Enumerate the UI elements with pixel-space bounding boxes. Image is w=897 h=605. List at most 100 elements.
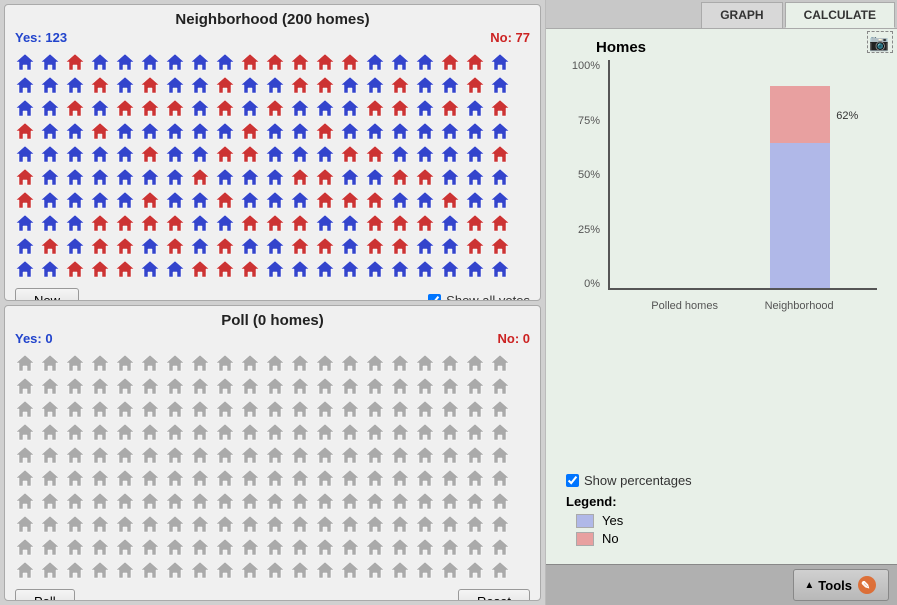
home-icon <box>188 398 212 420</box>
home-icon <box>113 352 137 374</box>
show-percentages-checkbox[interactable] <box>566 474 579 487</box>
home-icon <box>263 352 287 374</box>
home-icon <box>163 166 187 188</box>
home-icon <box>288 421 312 443</box>
bar-polled-wrapper <box>657 60 717 288</box>
home-icon <box>463 166 487 188</box>
home-icon <box>438 398 462 420</box>
home-icon <box>138 559 162 581</box>
tab-calculate[interactable]: CALCULATE <box>785 2 895 28</box>
home-icon <box>238 536 262 558</box>
home-icon <box>13 421 37 443</box>
home-icon <box>363 513 387 535</box>
home-icon <box>63 97 87 119</box>
bar-neighborhood-wrapper: 62% <box>770 60 830 288</box>
home-icon <box>138 352 162 374</box>
home-icon <box>363 398 387 420</box>
home-icon <box>188 166 212 188</box>
new-button[interactable]: New <box>15 288 79 301</box>
home-icon <box>38 212 62 234</box>
home-icon <box>463 143 487 165</box>
home-icon <box>313 212 337 234</box>
home-icon <box>13 536 37 558</box>
home-icon <box>38 352 62 374</box>
show-votes-label[interactable]: Show all votes <box>428 293 530 301</box>
tab-graph[interactable]: GRAPH <box>701 2 782 28</box>
home-icon <box>413 120 437 142</box>
home-icon <box>438 258 462 280</box>
home-icon <box>313 120 337 142</box>
home-icon <box>213 74 237 96</box>
reset-button[interactable]: Reset <box>458 589 530 602</box>
home-icon <box>138 536 162 558</box>
home-icon <box>438 166 462 188</box>
home-icon <box>488 559 512 581</box>
home-icon <box>88 352 112 374</box>
home-icon <box>438 212 462 234</box>
home-icon <box>213 490 237 512</box>
home-icon <box>263 51 287 73</box>
neighborhood-homes-grid <box>5 47 540 284</box>
home-icon <box>238 398 262 420</box>
home-icon <box>488 421 512 443</box>
home-icon <box>213 467 237 489</box>
home-icon <box>238 352 262 374</box>
home-icon <box>138 513 162 535</box>
home-icon <box>363 97 387 119</box>
camera-icon[interactable]: 📷 <box>869 33 889 53</box>
home-icon <box>38 120 62 142</box>
home-icon <box>63 375 87 397</box>
tools-wrench-icon: ✎ <box>856 574 878 596</box>
home-icon <box>138 51 162 73</box>
home-icon <box>238 559 262 581</box>
home-icon <box>88 235 112 257</box>
home-icon <box>113 258 137 280</box>
chart-container: 100% 75% 50% 25% 0% <box>566 60 887 469</box>
home-icon <box>238 97 262 119</box>
home-icon <box>338 444 362 466</box>
home-icon <box>163 398 187 420</box>
home-icon <box>188 513 212 535</box>
home-icon <box>363 258 387 280</box>
home-icon <box>213 120 237 142</box>
home-icon <box>38 398 62 420</box>
home-icon <box>13 97 37 119</box>
x-label-polled: Polled homes <box>651 300 718 312</box>
home-icon <box>288 189 312 211</box>
home-icon <box>388 74 412 96</box>
home-icon <box>313 444 337 466</box>
home-icon <box>338 120 362 142</box>
home-icon <box>338 212 362 234</box>
home-icon <box>113 74 137 96</box>
home-icon <box>13 398 37 420</box>
home-icon <box>413 398 437 420</box>
y-label-50: 50% <box>578 169 600 181</box>
home-icon <box>263 212 287 234</box>
home-icon <box>113 120 137 142</box>
home-icon <box>213 166 237 188</box>
home-icon <box>388 467 412 489</box>
home-icon <box>113 421 137 443</box>
home-icon <box>313 235 337 257</box>
tools-button[interactable]: ▲ Tools ✎ <box>793 569 889 601</box>
home-icon <box>488 536 512 558</box>
home-icon <box>113 398 137 420</box>
home-icon <box>263 398 287 420</box>
show-votes-checkbox[interactable] <box>428 294 441 301</box>
home-icon <box>488 51 512 73</box>
home-icon <box>338 352 362 374</box>
home-icon <box>288 467 312 489</box>
home-icon <box>113 166 137 188</box>
home-icon <box>188 421 212 443</box>
legend-no-text: No <box>602 531 619 546</box>
home-icon <box>263 189 287 211</box>
home-icon <box>138 166 162 188</box>
legend-yes-color <box>576 514 594 528</box>
home-icon <box>388 559 412 581</box>
poll-button[interactable]: Poll <box>15 589 75 602</box>
home-icon <box>263 559 287 581</box>
home-icon <box>163 490 187 512</box>
show-percentages-label[interactable]: Show percentages <box>566 473 877 488</box>
home-icon <box>488 490 512 512</box>
home-icon <box>263 235 287 257</box>
